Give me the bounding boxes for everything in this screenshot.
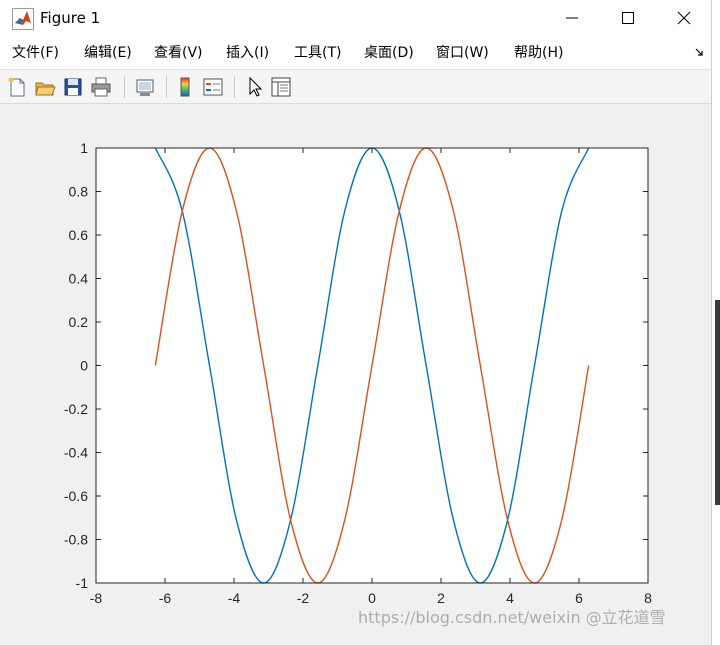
y-tick-label: 1 [80,140,88,156]
y-tick-label: -0.8 [64,532,88,548]
menu-file[interactable]: 文件(F) [12,44,59,62]
x-tick-label: -8 [90,590,103,606]
toolbar-separator [166,76,167,98]
link-plot-icon[interactable] [134,76,156,98]
x-tick-label: -4 [228,590,241,606]
y-tick-label: 0 [80,358,88,374]
colorbar-icon[interactable] [174,76,196,98]
menu-insert[interactable]: 插入(I) [226,44,269,62]
maximize-button[interactable] [600,0,656,36]
y-tick-label: -0.6 [64,488,88,504]
menu-tools[interactable]: 工具(T) [294,44,341,62]
watermark-text: https://blog.csdn.net/weixin @立花道雪 [358,608,666,627]
x-tick-label: -6 [159,590,172,606]
menu-bar: 文件(F) 编辑(E) 查看(V) 插入(I) 工具(T) 桌面(D) 窗口(W… [0,36,711,70]
menu-edit[interactable]: 编辑(E) [84,44,132,62]
background-edge [712,0,720,645]
x-tick-label: -2 [297,590,310,606]
open-file-icon[interactable] [34,76,56,98]
new-figure-icon[interactable] [6,76,28,98]
toolbar-separator [124,76,125,98]
matlab-logo-icon [12,8,34,30]
property-inspector-icon[interactable] [270,76,292,98]
edit-plot-arrow-icon[interactable] [244,76,266,98]
menu-window[interactable]: 窗口(W) [436,44,489,62]
y-tick-label: -1 [76,575,89,591]
plot-axes[interactable]: -8 -6 -4 -2 0 2 4 6 8-1-0.8-0.6-0.4-0.200.20.40.… [4,106,710,642]
y-tick-label: 0.6 [69,227,89,243]
close-button[interactable] [656,0,711,36]
background-block [715,300,720,505]
menu-help[interactable]: 帮助(H) [514,44,563,62]
minimize-button[interactable] [544,0,600,36]
y-tick-label: -0.2 [64,401,88,417]
y-tick-label: 0.4 [69,271,89,287]
title-bar[interactable]: Figure 1 [0,0,711,36]
menu-desktop[interactable]: 桌面(D) [364,44,414,62]
figure-toolbar [0,70,711,104]
y-tick-label: 0.8 [69,184,89,200]
close-icon [677,11,691,25]
toolbar-separator [234,76,235,98]
menu-overflow-icon[interactable] [694,46,706,60]
maximize-icon [622,12,634,24]
menu-view[interactable]: 查看(V) [154,44,203,62]
legend-icon[interactable] [202,76,224,98]
y-tick-label: 0.2 [69,314,89,330]
window-title: Figure 1 [40,9,101,27]
figure-canvas[interactable]: -8 -6 -4 -2 0 2 4 6 8 -1 -0.8 -0.6 -0.4 -0.2 0 0.2 0.4 0.… [4,106,710,642]
print-icon[interactable] [90,76,112,98]
minimize-icon [566,17,578,19]
y-tick-label: -0.4 [64,445,88,461]
save-icon[interactable] [62,76,84,98]
figure-window: Figure 1 文件(F) 编辑(E) 查看(V) 插入(I) 工具(T) 桌… [0,0,712,645]
